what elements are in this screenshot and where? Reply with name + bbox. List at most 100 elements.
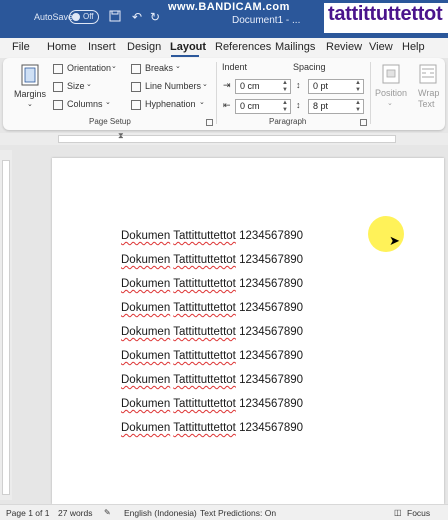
tab-view[interactable]: View xyxy=(369,41,393,53)
tab-file[interactable]: File xyxy=(12,41,30,53)
position-button[interactable]: Position ⌄ xyxy=(374,62,408,114)
line-number-text: 1234567890 xyxy=(239,278,304,290)
wrap-text-label-2: Text xyxy=(418,99,435,109)
focus-icon[interactable]: ◫ xyxy=(394,508,402,517)
misspelled-word[interactable]: Tattittuttettot xyxy=(173,374,236,386)
wrap-text-icon xyxy=(419,64,437,84)
misspelled-word[interactable]: Dokumen xyxy=(121,326,170,338)
chevron-down-icon: ⌄ xyxy=(105,99,111,106)
spacing-after-input[interactable]: 8 pt ▲ ▼ xyxy=(308,99,364,114)
paragraph-line[interactable]: Dokumen Tattittuttettot 1234567890 xyxy=(121,374,303,386)
misspelled-word[interactable]: Dokumen xyxy=(121,302,170,314)
orientation-label: Orientation xyxy=(67,63,112,73)
misspelled-word[interactable]: Dokumen xyxy=(121,254,170,266)
line-number-text: 1234567890 xyxy=(239,374,304,386)
paragraph-line[interactable]: Dokumen Tattittuttettot 1234567890 xyxy=(121,278,303,290)
page-setup-launcher-icon[interactable] xyxy=(206,119,213,126)
margins-button[interactable]: Margins ⌄ xyxy=(11,62,51,112)
tab-layout[interactable]: Layout xyxy=(170,41,206,53)
paragraph-line[interactable]: Dokumen Tattittuttettot 1234567890 xyxy=(121,398,303,410)
spinner-arrows-icon[interactable]: ▲ ▼ xyxy=(282,80,288,94)
margins-icon xyxy=(21,64,39,86)
misspelled-word[interactable]: Tattittuttettot xyxy=(173,326,236,338)
orientation-button[interactable]: Orientation ⌄ xyxy=(53,62,121,76)
save-icon[interactable] xyxy=(108,10,122,24)
spinner-arrows-icon[interactable]: ▲ ▼ xyxy=(355,100,361,114)
misspelled-word[interactable]: Dokumen xyxy=(121,398,170,410)
proofing-icon[interactable]: ✎ xyxy=(104,508,111,517)
position-icon xyxy=(382,64,400,84)
document-page[interactable]: Dokumen Tattittuttettot 1234567890 Dokum… xyxy=(52,158,444,504)
misspelled-word[interactable]: Tattittuttettot xyxy=(173,350,236,362)
chevron-down-icon: ⌄ xyxy=(86,81,92,88)
tab-mailings[interactable]: Mailings xyxy=(275,41,315,53)
chevron-down-icon: ⌄ xyxy=(202,81,208,88)
misspelled-word[interactable]: Tattittuttettot xyxy=(173,254,236,266)
misspelled-word[interactable]: Dokumen xyxy=(121,278,170,290)
page-count[interactable]: Page 1 of 1 xyxy=(6,508,49,518)
focus-label[interactable]: Focus xyxy=(407,508,430,518)
hyphenation-label: Hyphenation xyxy=(145,99,196,109)
text-predictions-status[interactable]: Text Predictions: On xyxy=(200,508,276,518)
misspelled-word[interactable]: Tattittuttettot xyxy=(173,278,236,290)
spinner-arrows-icon[interactable]: ▲ ▼ xyxy=(282,100,288,114)
columns-button[interactable]: Columns ⌄ xyxy=(53,98,113,112)
ribbon-separator xyxy=(216,62,217,124)
line-numbers-button[interactable]: Line Numbers ⌄ xyxy=(131,80,209,94)
paragraph-line[interactable]: Dokumen Tattittuttettot 1234567890 xyxy=(121,326,303,338)
spacing-before-value: 0 pt xyxy=(313,81,329,91)
tab-help[interactable]: Help xyxy=(402,41,425,53)
misspelled-word[interactable]: Dokumen xyxy=(121,422,170,434)
line-number-text: 1234567890 xyxy=(239,326,304,338)
spacing-label: Spacing xyxy=(293,62,326,72)
indent-right-value: 0 cm xyxy=(240,101,260,111)
paragraph-line[interactable]: Dokumen Tattittuttettot 1234567890 xyxy=(121,302,303,314)
autosave-toggle[interactable]: Off xyxy=(69,10,99,24)
horizontal-ruler[interactable] xyxy=(0,133,448,145)
tab-review[interactable]: Review xyxy=(326,41,362,53)
paragraph-line[interactable]: Dokumen Tattittuttettot 1234567890 xyxy=(121,230,303,242)
status-bar: Page 1 of 1 27 words ✎ English (Indonesi… xyxy=(0,504,448,520)
redo-icon[interactable]: ↻ xyxy=(148,10,162,24)
size-label: Size xyxy=(67,81,85,91)
recorder-watermark: www.BANDICAM.com xyxy=(168,1,290,13)
mouse-pointer-icon: ➤ xyxy=(389,233,400,248)
word-count[interactable]: 27 words xyxy=(58,508,93,518)
line-numbers-icon xyxy=(131,82,141,92)
misspelled-word[interactable]: Tattittuttettot xyxy=(173,422,236,434)
position-label: Position xyxy=(375,88,408,98)
paragraph-line[interactable]: Dokumen Tattittuttettot 1234567890 xyxy=(121,350,303,362)
line-number-text: 1234567890 xyxy=(239,422,304,434)
line-numbers-label: Line Numbers xyxy=(145,81,202,91)
size-button[interactable]: Size ⌄ xyxy=(53,80,93,94)
tab-insert[interactable]: Insert xyxy=(88,41,116,53)
spacing-before-input[interactable]: 0 pt ▲ ▼ xyxy=(308,79,364,94)
indent-right-input[interactable]: 0 cm ▲ ▼ xyxy=(235,99,291,114)
indent-left-input[interactable]: 0 cm ▲ ▼ xyxy=(235,79,291,94)
indent-marker-icon[interactable]: ⧗ xyxy=(118,131,126,145)
document-title: Document1 - ... xyxy=(232,15,301,26)
paragraph-launcher-icon[interactable] xyxy=(360,119,367,126)
language-status[interactable]: English (Indonesia) xyxy=(124,508,197,518)
vertical-ruler[interactable] xyxy=(0,150,12,500)
misspelled-word[interactable]: Tattittuttettot xyxy=(173,398,236,410)
breaks-button[interactable]: Breaks ⌄ xyxy=(131,62,191,76)
ruler-track xyxy=(2,160,10,495)
overlay-banner-text: tattittuttettot xyxy=(328,3,443,25)
paragraph-line[interactable]: Dokumen Tattittuttettot 1234567890 xyxy=(121,422,303,434)
undo-icon[interactable]: ↶ xyxy=(130,10,144,24)
misspelled-word[interactable]: Tattittuttettot xyxy=(173,230,236,242)
misspelled-word[interactable]: Dokumen xyxy=(121,350,170,362)
paragraph-line[interactable]: Dokumen Tattittuttettot 1234567890 xyxy=(121,254,303,266)
hyphenation-button[interactable]: Hyphenation ⌄ xyxy=(131,98,209,112)
spacing-after-icon: ↕ xyxy=(296,100,301,110)
misspelled-word[interactable]: Dokumen xyxy=(121,374,170,386)
tab-home[interactable]: Home xyxy=(47,41,76,53)
title-bar: AutoSave Off ↶ ↻ www.BANDICAM.com Docume… xyxy=(0,0,448,38)
spinner-arrows-icon[interactable]: ▲ ▼ xyxy=(355,80,361,94)
tab-design[interactable]: Design xyxy=(127,41,161,53)
wrap-text-button[interactable]: Wrap Text xyxy=(413,62,443,114)
misspelled-word[interactable]: Tattittuttettot xyxy=(173,302,236,314)
misspelled-word[interactable]: Dokumen xyxy=(121,230,170,242)
tab-references[interactable]: References xyxy=(215,41,271,53)
